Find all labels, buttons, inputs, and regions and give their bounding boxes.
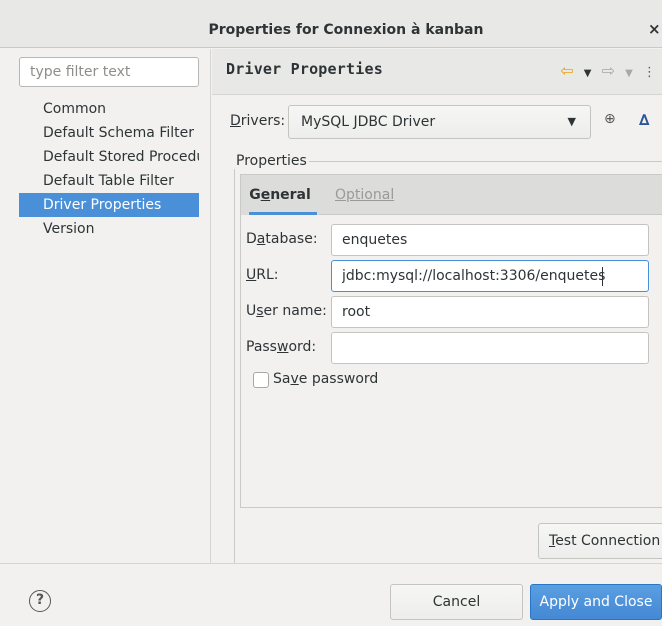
database-row: Database: (241, 224, 662, 256)
tab-general-mnemonic: e (260, 187, 271, 203)
database-field[interactable] (331, 224, 649, 256)
content-pane: Driver Properties ⇦ ▼ ⇨ ▼ ⋮ Drivers: MyS… (212, 49, 662, 564)
nav-item-common[interactable]: Common (19, 97, 199, 121)
back-arrow-icon[interactable]: ⇦ (560, 61, 573, 80)
test-connection-label: est Connection (555, 533, 661, 549)
nav-item-default-stored-procedures[interactable]: Default Stored Procedures (19, 145, 199, 169)
cancel-button[interactable]: Cancel (390, 584, 523, 620)
password-label-pre: Pass (246, 339, 277, 355)
password-field[interactable] (331, 332, 649, 364)
drivers-row: Drivers: MySQL JDBC Driver ▼ ⊕ ∆ (212, 105, 662, 139)
password-row: Password: (241, 332, 662, 364)
url-row: URL: (241, 260, 662, 292)
new-driver-icon[interactable]: ⊕ (604, 111, 616, 127)
window-title: Properties for Connexion à kanban (208, 22, 484, 38)
username-label-pre: U (246, 303, 257, 319)
page-header: Driver Properties ⇦ ▼ ⇨ ▼ ⋮ (212, 49, 662, 95)
sidebar: Common Default Schema Filter Default Sto… (0, 49, 211, 563)
database-label-post: tabase: (265, 231, 318, 247)
tab-optional-mnemonic: O (335, 187, 347, 203)
save-password-checkbox[interactable] (253, 372, 269, 388)
nav-item-default-schema-filter[interactable]: Default Schema Filter (19, 121, 199, 145)
back-dropdown-icon[interactable]: ▼ (584, 68, 592, 79)
properties-group-label: Properties (234, 153, 309, 169)
filter-input[interactable] (20, 58, 198, 86)
username-input[interactable] (332, 297, 648, 327)
page-nav-icons: ⇦ ▼ ⇨ ▼ ⋮ (554, 61, 656, 81)
database-label: Database: (246, 231, 318, 247)
password-label-mnemonic: w (276, 339, 289, 355)
url-input[interactable] (332, 261, 648, 291)
forward-dropdown-icon[interactable]: ▼ (625, 68, 633, 79)
tab-optional-post: ptional (346, 187, 395, 203)
nav-item-version[interactable]: Version (19, 217, 199, 241)
url-label: URL: (246, 267, 279, 283)
apply-and-close-button[interactable]: Apply and Close (530, 584, 662, 620)
password-label: Password: (246, 339, 316, 355)
database-input[interactable] (332, 225, 648, 255)
drivers-label-mnemonic: D (230, 113, 241, 129)
nav-item-driver-properties[interactable]: Driver Properties (19, 193, 199, 217)
url-label-mnemonic: U (246, 267, 257, 283)
drivers-selected-value: MySQL JDBC Driver (301, 114, 436, 130)
page-title: Driver Properties (226, 60, 383, 78)
save-password-label[interactable]: Save password (273, 371, 378, 387)
drivers-label: Drivers: (230, 113, 285, 129)
drivers-label-rest: rivers: (240, 113, 286, 129)
tab-bar: General Optional (241, 175, 662, 215)
view-menu-icon[interactable]: ⋮ (643, 65, 656, 80)
forward-arrow-icon[interactable]: ⇨ (602, 61, 615, 80)
database-label-pre: D (246, 231, 257, 247)
url-label-post: RL: (256, 267, 279, 283)
save-password-label-post: e password (298, 371, 379, 387)
edit-driver-icon[interactable]: ∆ (639, 111, 649, 129)
username-field[interactable] (331, 296, 649, 328)
help-icon[interactable]: ? (29, 590, 51, 612)
nav-item-default-table-filter[interactable]: Default Table Filter (19, 169, 199, 193)
url-field[interactable] (331, 260, 649, 292)
password-label-post: ord: (288, 339, 317, 355)
tab-general-post: neral (270, 187, 311, 203)
dialog-footer: ? Cancel Apply and Close (0, 563, 662, 626)
test-connection-button[interactable]: Test Connection (538, 523, 662, 559)
drivers-select[interactable]: MySQL JDBC Driver ▼ (288, 105, 591, 139)
text-caret (602, 267, 603, 286)
tab-general[interactable]: General (241, 175, 319, 215)
properties-tabs: General Optional Database: URL: User nam… (240, 174, 662, 508)
username-row: User name: (241, 296, 662, 328)
tab-optional[interactable]: Optional (335, 175, 394, 215)
title-bar: Properties for Connexion à kanban × (0, 0, 662, 48)
close-icon[interactable]: × (648, 20, 660, 38)
save-password-label-pre: Sa (273, 371, 291, 387)
chevron-down-icon: ▼ (567, 115, 576, 128)
filter-box[interactable] (19, 57, 199, 87)
save-password-label-mnemonic: v (290, 371, 299, 387)
username-label-mnemonic: s (256, 303, 264, 319)
tab-general-pre: G (249, 187, 261, 203)
username-label: User name: (246, 303, 327, 319)
nav-list: Common Default Schema Filter Default Sto… (19, 97, 199, 241)
username-label-post: er name: (263, 303, 327, 319)
password-input[interactable] (332, 333, 648, 363)
